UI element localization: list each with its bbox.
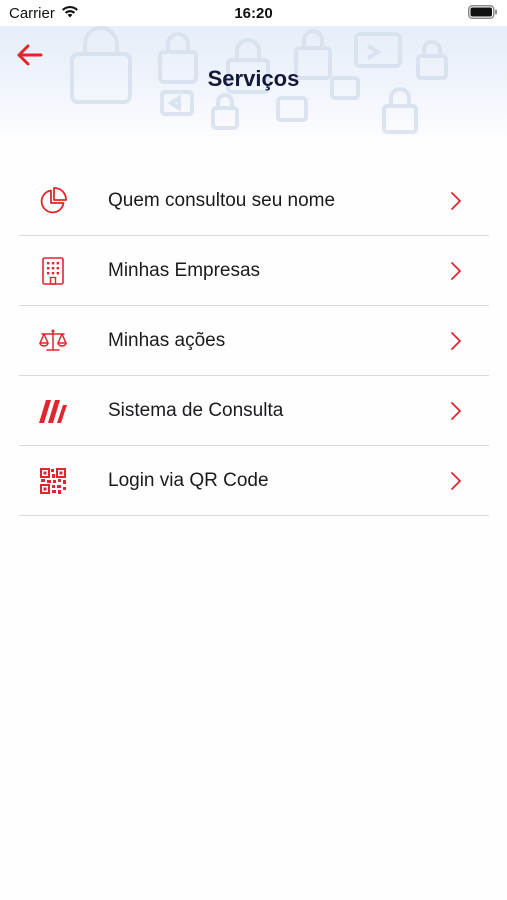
menu-item-label: Minhas Empresas <box>108 259 261 281</box>
building-icon <box>38 256 68 286</box>
chevron-right-icon <box>449 470 463 492</box>
menu-item-login-qr-code[interactable]: Login via QR Code <box>19 446 489 516</box>
battery-icon <box>468 5 498 24</box>
qr-code-icon <box>38 466 68 496</box>
menu-item-minhas-empresas[interactable]: Minhas Empresas <box>19 236 489 306</box>
header: Serviços <box>0 26 507 136</box>
arrow-left-icon <box>17 44 43 66</box>
menu-item-label: Minhas ações <box>108 329 226 351</box>
menu-item-minhas-acoes[interactable]: Minhas ações <box>19 306 489 376</box>
chevron-right-icon <box>449 190 463 212</box>
page-title: Serviços <box>207 66 300 91</box>
status-time: 16:20 <box>234 5 273 22</box>
chevron-right-icon <box>449 400 463 422</box>
status-bar: Carrier 16:20 <box>0 0 507 26</box>
brand-slashes-icon <box>38 396 68 426</box>
pie-chart-icon <box>38 186 68 216</box>
menu-item-label: Quem consultou seu nome <box>108 189 336 211</box>
menu-item-label: Login via QR Code <box>108 469 269 491</box>
menu-item-quem-consultou[interactable]: Quem consultou seu nome <box>19 166 489 236</box>
chevron-right-icon <box>449 260 463 282</box>
app-screen: Carrier 16:20 Serviços Quem consultou se… <box>0 0 507 900</box>
scales-icon <box>38 326 68 356</box>
chevron-right-icon <box>449 330 463 352</box>
menu-item-sistema-de-consulta[interactable]: Sistema de Consulta <box>19 376 489 446</box>
services-menu-list: Quem consultou seu nome Minhas Empresas <box>19 166 489 516</box>
menu-item-label: Sistema de Consulta <box>108 399 284 421</box>
